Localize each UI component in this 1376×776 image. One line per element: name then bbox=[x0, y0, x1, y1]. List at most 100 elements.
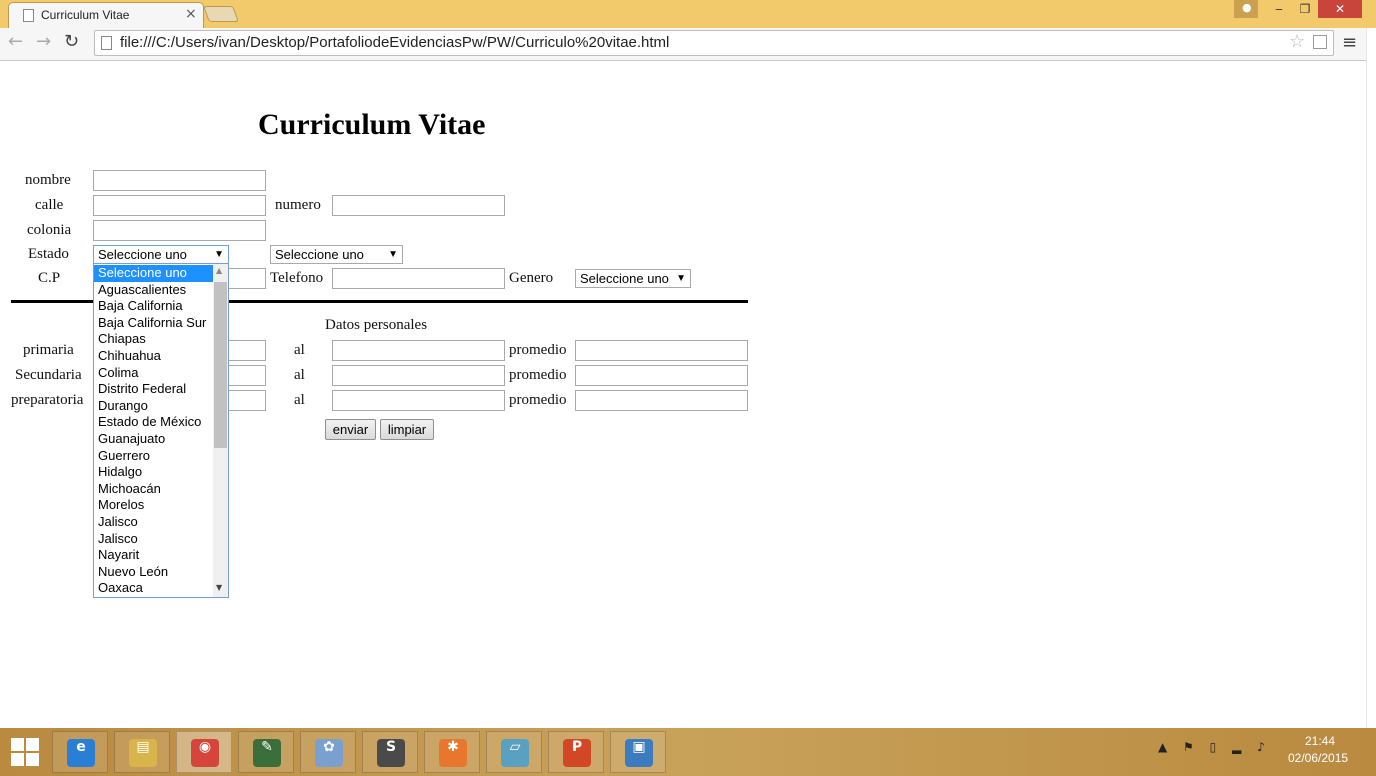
estado-option[interactable]: Distrito Federal bbox=[94, 381, 213, 398]
person-icon: ● bbox=[1242, 1, 1252, 14]
file-explorer-icon: ▤ bbox=[129, 739, 157, 767]
estado-option[interactable]: Jalisco bbox=[94, 531, 213, 548]
estado-option[interactable]: Colima bbox=[94, 365, 213, 382]
estado-option[interactable]: Chiapas bbox=[94, 331, 213, 348]
promedio-label: promedio bbox=[509, 392, 567, 408]
limpiar-button[interactable]: limpiar bbox=[380, 419, 434, 440]
network-tool-icon: ✎ bbox=[253, 739, 281, 767]
estado-option[interactable]: Michoacán bbox=[94, 481, 213, 498]
dropdown-arrow-icon: ▼ bbox=[214, 249, 224, 260]
sublime-text-icon: S bbox=[377, 739, 405, 767]
taskbar-item[interactable]: S bbox=[362, 731, 418, 773]
promedio-label: promedio bbox=[509, 367, 567, 383]
internet-explorer-icon: e bbox=[67, 739, 95, 767]
genero-label: Genero bbox=[509, 270, 554, 286]
estado-option[interactable]: Aguascalientes bbox=[94, 282, 213, 299]
taskbar-item[interactable]: ◉ bbox=[176, 731, 232, 773]
estado-option[interactable]: Guerrero bbox=[94, 448, 213, 465]
translate-icon[interactable] bbox=[1313, 35, 1327, 49]
dropdown-arrow-icon: ▼ bbox=[676, 273, 686, 284]
preparatoria-hasta-input[interactable] bbox=[332, 390, 505, 411]
bookmark-star-icon[interactable]: ☆ bbox=[1289, 31, 1305, 52]
scroll-down-icon[interactable]: ▼ bbox=[216, 583, 222, 592]
clock-time[interactable]: 21:44 bbox=[1300, 734, 1340, 748]
tab-close-icon[interactable]: × bbox=[185, 6, 197, 22]
nombre-input[interactable] bbox=[93, 170, 266, 191]
estado-option[interactable]: Nuevo León bbox=[94, 564, 213, 581]
browser-tab[interactable]: Curriculum Vitae × bbox=[8, 2, 204, 29]
secundaria-label: Secundaria bbox=[15, 367, 82, 383]
taskbar-item[interactable]: ▤ bbox=[114, 731, 170, 773]
datos-personales-heading: Datos personales bbox=[325, 317, 428, 333]
minimize-button[interactable]: ‒ bbox=[1266, 0, 1292, 18]
estado-label: Estado bbox=[28, 246, 69, 262]
colonia-label: colonia bbox=[27, 222, 72, 238]
address-bar[interactable]: file:///C:/Users/ivan/Desktop/Portafolio… bbox=[94, 30, 1334, 56]
start-button[interactable] bbox=[10, 737, 40, 767]
cp-label: C.P bbox=[38, 270, 61, 286]
page-icon bbox=[101, 36, 112, 50]
estado-option[interactable]: Hidalgo bbox=[94, 464, 213, 481]
reload-icon[interactable]: ↻ bbox=[64, 31, 79, 52]
forward-arrow-icon[interactable]: → bbox=[36, 31, 51, 52]
xampp-icon: ✱ bbox=[439, 739, 467, 767]
estado-option[interactable]: Jalisco bbox=[94, 514, 213, 531]
colonia-input[interactable] bbox=[93, 220, 266, 241]
calle-input[interactable] bbox=[93, 195, 266, 216]
estado-option[interactable]: Durango bbox=[94, 398, 213, 415]
photo-viewer-icon: ▣ bbox=[625, 739, 653, 767]
estado-option[interactable]: Chihuahua bbox=[94, 348, 213, 365]
taskbar-item[interactable]: ✎ bbox=[238, 731, 294, 773]
notepad-icon: ▱ bbox=[501, 739, 529, 767]
scroll-up-icon[interactable]: ▲ bbox=[216, 266, 222, 275]
restore-button[interactable]: ❐ bbox=[1292, 0, 1318, 18]
preparatoria-promedio-input[interactable] bbox=[575, 390, 748, 411]
estado-option[interactable]: Morelos bbox=[94, 497, 213, 514]
estado-select[interactable]: Seleccione uno ▼ bbox=[93, 245, 229, 264]
primaria-hasta-input[interactable] bbox=[332, 340, 505, 361]
estado-option[interactable]: Nayarit bbox=[94, 547, 213, 564]
calle-label: calle bbox=[35, 197, 64, 213]
estado-option[interactable]: Baja California bbox=[94, 298, 213, 315]
taskbar-item[interactable]: e bbox=[52, 731, 108, 773]
primaria-promedio-input[interactable] bbox=[575, 340, 748, 361]
taskbar-item[interactable]: P bbox=[548, 731, 604, 773]
telefono-input[interactable] bbox=[332, 268, 505, 289]
estado-option[interactable]: Guanajuato bbox=[94, 431, 213, 448]
estado-option[interactable]: Seleccione uno bbox=[94, 265, 213, 282]
estado-select-value: Seleccione uno bbox=[98, 247, 187, 262]
clock-date[interactable]: 02/06/2015 bbox=[1288, 751, 1348, 765]
scrollbar-thumb[interactable] bbox=[214, 282, 227, 448]
genero-select[interactable]: Seleccione uno ▼ bbox=[575, 269, 691, 288]
back-arrow-icon[interactable]: ← bbox=[8, 31, 23, 52]
estado-dropdown-list[interactable]: ▲ ▼ Seleccione uno Aguascalientes Baja Cal… bbox=[93, 263, 229, 598]
dropdown-arrow-icon: ▼ bbox=[388, 249, 398, 260]
taskbar-item[interactable]: ▱ bbox=[486, 731, 542, 773]
enviar-button[interactable]: enviar bbox=[325, 419, 376, 440]
estado-option[interactable]: Estado de México bbox=[94, 414, 213, 431]
municipio-select[interactable]: Seleccione uno ▼ bbox=[270, 245, 403, 264]
taskbar-item[interactable]: ▣ bbox=[610, 731, 666, 773]
primaria-label: primaria bbox=[23, 342, 74, 358]
promedio-label: promedio bbox=[509, 342, 567, 358]
windows-taskbar: e ▤ ◉ ✎ ✿ S ✱ ▱ P ▣ ▲ ⚑ ▯ ▂ ♪ 21:44 02/06/2015 bbox=[0, 728, 1376, 776]
close-window-button[interactable]: ✕ bbox=[1318, 0, 1362, 18]
taskbar-item[interactable]: ✱ bbox=[424, 731, 480, 773]
al-label: al bbox=[294, 392, 305, 408]
system-tray-icons[interactable]: ▲ ⚑ ▯ ▂ ♪ bbox=[1158, 740, 1271, 754]
secundaria-promedio-input[interactable] bbox=[575, 365, 748, 386]
numero-input[interactable] bbox=[332, 195, 505, 216]
powerpoint-icon: P bbox=[563, 739, 591, 767]
genero-select-value: Seleccione uno bbox=[580, 271, 669, 286]
nombre-label: nombre bbox=[25, 172, 71, 188]
dropdown-scrollbar[interactable]: ▲ ▼ bbox=[213, 264, 228, 597]
chrome-menu-icon[interactable]: ≡ bbox=[1342, 32, 1357, 53]
estado-option[interactable]: Oaxaca bbox=[94, 580, 213, 597]
estado-option[interactable]: Baja California Sur bbox=[94, 315, 213, 332]
secundaria-hasta-input[interactable] bbox=[332, 365, 505, 386]
taskbar-item[interactable]: ✿ bbox=[300, 731, 356, 773]
browser-toolbar: ← → ↻ file:///C:/Users/ivan/Desktop/Port… bbox=[0, 28, 1366, 61]
al-label: al bbox=[294, 367, 305, 383]
new-tab-button[interactable] bbox=[203, 6, 239, 22]
user-profile-button[interactable]: ● bbox=[1234, 0, 1258, 18]
